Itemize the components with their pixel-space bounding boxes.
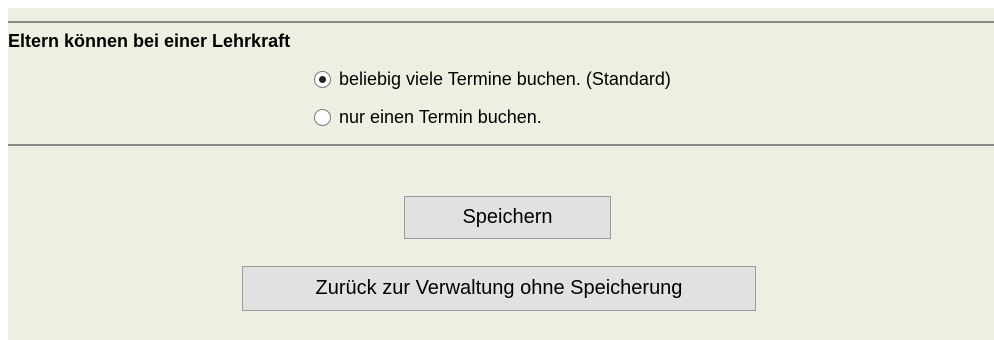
option-unlimited-bookings[interactable]: beliebig viele Termine buchen. (Standard… bbox=[314, 68, 671, 90]
option-single-booking[interactable]: nur einen Termin buchen. bbox=[314, 106, 542, 128]
middle-divider bbox=[8, 144, 994, 146]
radio-single-booking[interactable] bbox=[314, 108, 331, 126]
option-single-booking-label: nur einen Termin buchen. bbox=[339, 106, 542, 127]
save-button[interactable]: Speichern bbox=[404, 196, 611, 239]
back-without-saving-button[interactable]: Zurück zur Verwaltung ohne Speicherung bbox=[242, 266, 756, 311]
settings-panel: Eltern können bei einer Lehrkraft belieb… bbox=[8, 8, 994, 340]
option-unlimited-bookings-label: beliebig viele Termine buchen. (Standard… bbox=[339, 68, 671, 89]
top-divider bbox=[8, 21, 994, 23]
setting-heading: Eltern können bei einer Lehrkraft bbox=[8, 31, 291, 51]
radio-unlimited-bookings[interactable] bbox=[314, 70, 331, 88]
